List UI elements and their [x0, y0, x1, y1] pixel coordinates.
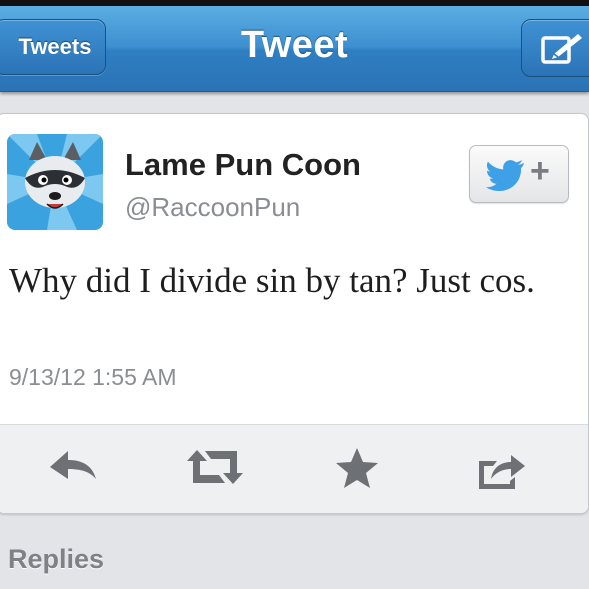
page-title: Tweet: [240, 24, 349, 66]
twitter-bird-icon: [486, 160, 524, 191]
compose-button[interactable]: [521, 19, 589, 77]
retweet-icon: [187, 450, 243, 484]
follow-plus-icon: +: [530, 152, 550, 190]
share-button[interactable]: [473, 447, 529, 493]
star-icon: [336, 448, 378, 488]
favorite-button[interactable]: [329, 447, 385, 493]
reply-button[interactable]: [45, 447, 101, 493]
raccoon-avatar[interactable]: [7, 134, 103, 230]
compose-icon: [541, 34, 582, 64]
display-name[interactable]: Lame Pun Coon: [125, 147, 361, 183]
retweet-button[interactable]: [185, 447, 243, 493]
user-handle[interactable]: @RaccoonPun: [125, 192, 300, 223]
tweet-text: Why did I divide sin by tan? Just cos.: [9, 261, 535, 300]
navigation-bar: Tweets Tweet: [0, 6, 589, 92]
tweet-card: Lame Pun Coon @RaccoonPun + Why did I di…: [0, 113, 589, 514]
tweet-action-bar: [0, 424, 588, 513]
tweet-timestamp: 9/13/12 1:55 AM: [9, 364, 177, 390]
replies-heading: Replies: [8, 544, 105, 574]
follow-button[interactable]: +: [469, 145, 569, 203]
share-icon: [479, 455, 525, 489]
reply-icon: [50, 451, 96, 479]
